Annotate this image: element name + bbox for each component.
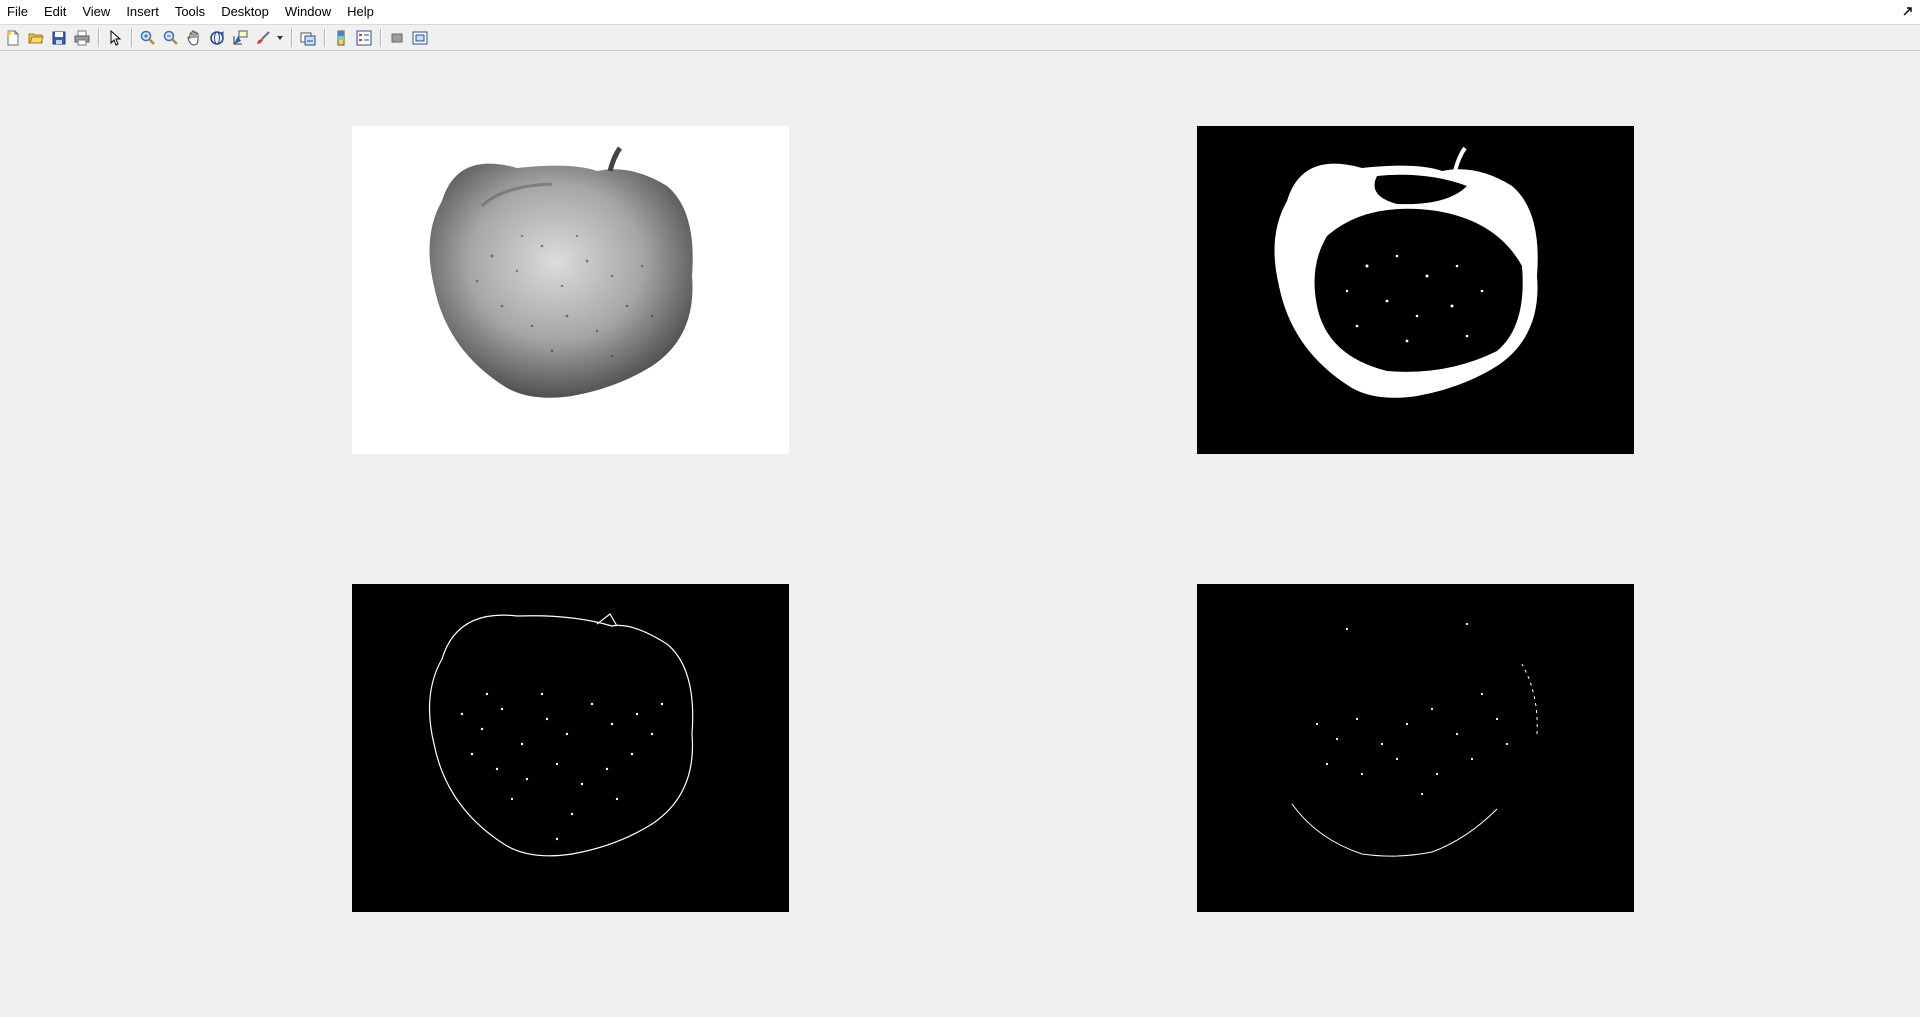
zoom-out-icon[interactable] <box>161 28 181 48</box>
menu-view[interactable]: View <box>74 0 118 24</box>
insert-colorbar-icon[interactable] <box>331 28 351 48</box>
binary-threshold-apple-image <box>1197 126 1634 454</box>
grayscale-apple-image <box>352 126 789 454</box>
pan-icon[interactable] <box>184 28 204 48</box>
menu-edit[interactable]: Edit <box>36 0 74 24</box>
save-figure-icon[interactable] <box>49 28 69 48</box>
open-file-icon[interactable] <box>26 28 46 48</box>
toolbar-separator <box>380 28 382 47</box>
edit-plot-icon[interactable] <box>105 28 125 48</box>
undock-icon[interactable] <box>1902 5 1914 17</box>
toolbar-separator <box>131 28 133 47</box>
toolbar-separator <box>291 28 293 47</box>
toolbar-separator <box>324 28 326 47</box>
edge-detection-sparse-apple-image <box>1197 584 1634 912</box>
menu-bar: File Edit View Insert Tools Desktop Wind… <box>0 0 1920 25</box>
data-cursor-icon[interactable] <box>230 28 250 48</box>
menu-desktop[interactable]: Desktop <box>213 0 277 24</box>
rotate-3d-icon[interactable] <box>207 28 227 48</box>
brush-icon[interactable] <box>253 28 273 48</box>
menu-file[interactable]: File <box>0 0 36 24</box>
print-figure-icon[interactable] <box>72 28 92 48</box>
hide-plot-tools-icon[interactable] <box>387 28 407 48</box>
new-figure-icon[interactable] <box>3 28 23 48</box>
zoom-in-icon[interactable] <box>138 28 158 48</box>
show-plot-tools-icon[interactable] <box>410 28 430 48</box>
toolbar-separator <box>98 28 100 47</box>
edge-detection-apple-image <box>352 584 789 912</box>
brush-dropdown-arrow[interactable] <box>276 28 284 48</box>
menu-help[interactable]: Help <box>339 0 382 24</box>
link-plot-icon[interactable] <box>298 28 318 48</box>
insert-legend-icon[interactable] <box>354 28 374 48</box>
menu-insert[interactable]: Insert <box>118 0 167 24</box>
menu-tools[interactable]: Tools <box>167 0 213 24</box>
menu-window[interactable]: Window <box>277 0 339 24</box>
figure-toolbar <box>0 25 1920 51</box>
